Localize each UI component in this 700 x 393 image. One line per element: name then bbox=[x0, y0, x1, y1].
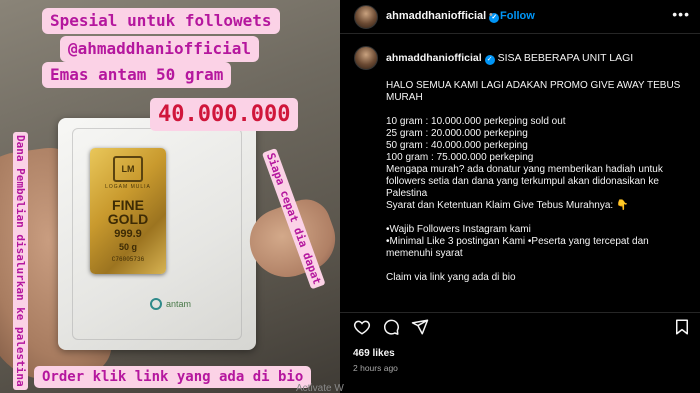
bar-fine-gold: FINE GOLD bbox=[90, 198, 166, 226]
header-username-text[interactable]: ahmaddhaniofficial bbox=[386, 10, 486, 22]
caption-line: 10 gram : 10.000.000 perkeping sold out bbox=[386, 116, 566, 127]
caption-title: SISA BEBERAPA UNIT LAGI bbox=[497, 52, 634, 64]
caption-line: •Wajib Followers Instagram kami bbox=[386, 224, 531, 235]
caption-line: 100 gram : 75.000.000 perkeping bbox=[386, 152, 534, 163]
header-username[interactable]: ahmaddhaniofficial ✓ bbox=[386, 10, 500, 23]
logam-mulia-logo: LM bbox=[113, 156, 143, 182]
caption-line: 50 gram : 40.000.000 perkeping bbox=[386, 140, 528, 151]
action-bar bbox=[340, 312, 700, 340]
caption-line: Syarat dan Ketentuan Klaim Give Tebus Mu… bbox=[386, 200, 629, 211]
antam-brand: antam bbox=[166, 299, 192, 309]
caption-body: HALO SEMUA KAMI LAGI ADAKAN PROMO GIVE A… bbox=[386, 80, 691, 284]
bar-gold-text: GOLD bbox=[107, 211, 149, 227]
bookmark-icon[interactable] bbox=[673, 318, 691, 336]
caption-line bbox=[386, 104, 691, 116]
caption-line: Mengapa murah? ada donatur yang memberik… bbox=[386, 164, 663, 199]
likes-count[interactable]: 469 likes bbox=[353, 348, 395, 359]
caption-header: ahmaddhaniofficial ✓ SISA BEBERAPA UNIT L… bbox=[386, 52, 633, 65]
overlay-line-3: Emas antam 50 gram bbox=[42, 62, 232, 88]
post-media[interactable]: LM LOGAM MULIA FINE GOLD 999.9 50 g C760… bbox=[0, 0, 340, 393]
caption-avatar[interactable] bbox=[354, 46, 378, 70]
caption-line: Claim via link yang ada di bio bbox=[386, 272, 516, 283]
caption-line bbox=[386, 212, 691, 224]
verified-badge-icon: ✓ bbox=[484, 55, 495, 65]
overlay-line-1: Spesial untuk followets bbox=[42, 8, 280, 34]
post-timestamp[interactable]: 2 hours ago bbox=[353, 363, 398, 373]
comment-icon[interactable] bbox=[382, 318, 400, 336]
antam-logo-icon bbox=[150, 298, 162, 310]
caption-line: •Minimal Like 3 postingan Kami •Peserta … bbox=[386, 236, 649, 259]
overlay-line-2: @ahmaddhaniofficial bbox=[60, 36, 260, 62]
follow-button[interactable]: Follow bbox=[500, 10, 535, 22]
post-side-panel: ahmaddhaniofficial ✓ • Follow ••• ahmaddh… bbox=[340, 0, 700, 393]
bar-purity: 999.9 bbox=[114, 228, 142, 240]
bar-weight: 50 g bbox=[118, 242, 137, 252]
order-note: Order klik link yang ada di bio bbox=[34, 366, 312, 388]
caption: ahmaddhaniofficial ✓ SISA BEBERAPA UNIT L… bbox=[340, 46, 700, 310]
caption-username[interactable]: ahmaddhaniofficial bbox=[386, 52, 482, 64]
heart-icon[interactable] bbox=[353, 318, 371, 336]
bar-fine-text: FINE bbox=[112, 197, 144, 213]
activate-windows-watermark: Activate W bbox=[296, 383, 344, 393]
more-options-icon[interactable]: ••• bbox=[672, 6, 690, 22]
post-header: ahmaddhaniofficial ✓ • Follow ••• bbox=[340, 0, 700, 34]
price-label: 40.000.000 bbox=[150, 98, 299, 131]
caption-line: HALO SEMUA KAMI LAGI ADAKAN PROMO GIVE A… bbox=[386, 80, 681, 103]
caption-line: 25 gram : 20.000.000 perkeping bbox=[386, 128, 528, 139]
bar-maker: LOGAM MULIA bbox=[105, 184, 151, 190]
share-icon[interactable] bbox=[411, 318, 429, 336]
gold-bar: LM LOGAM MULIA FINE GOLD 999.9 50 g C760… bbox=[90, 148, 166, 274]
avatar[interactable] bbox=[354, 5, 378, 29]
bar-serial: C76005736 bbox=[111, 256, 145, 263]
header-separator: • bbox=[489, 9, 493, 21]
donation-note: Dana Pembelian disalurkan ke palestina bbox=[13, 132, 28, 390]
caption-line bbox=[386, 260, 691, 272]
